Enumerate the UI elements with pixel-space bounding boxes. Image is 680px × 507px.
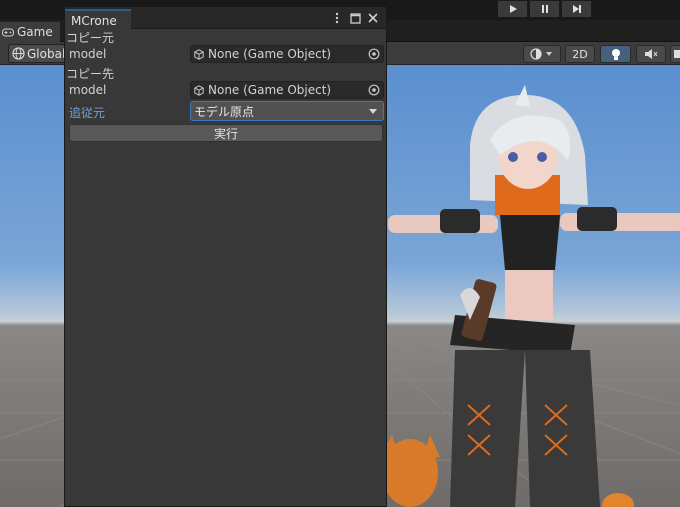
- lighting-toggle[interactable]: [600, 45, 631, 63]
- dest-model-value: None (Game Object): [208, 83, 332, 97]
- close-icon: [368, 13, 378, 23]
- mcrone-window: MCrone コピー元 model None (Game Object) コピー…: [64, 6, 387, 507]
- maximize-button[interactable]: [346, 10, 364, 26]
- pause-button[interactable]: [529, 0, 560, 18]
- pause-icon: [541, 5, 548, 13]
- shading-mode-dropdown[interactable]: [523, 45, 561, 63]
- source-model-field[interactable]: None (Game Object): [190, 45, 384, 63]
- character-model: [380, 85, 680, 507]
- panel-title: MCrone: [71, 13, 117, 28]
- step-icon: [572, 5, 581, 13]
- shading-mode-icon: [530, 48, 552, 60]
- global-toggle-button[interactable]: Global: [8, 44, 68, 63]
- audio-mute-icon: [645, 49, 658, 59]
- step-button[interactable]: [561, 0, 592, 18]
- follow-source-value: モデル原点: [194, 104, 255, 119]
- close-button[interactable]: [364, 10, 382, 26]
- dest-model-field[interactable]: None (Game Object): [190, 81, 384, 99]
- play-controls: [497, 0, 592, 18]
- more-menu-icon: [335, 12, 339, 24]
- source-model-label: model: [69, 47, 107, 61]
- tab-mcrone[interactable]: MCrone: [65, 9, 131, 30]
- source-model-value: None (Game Object): [208, 47, 332, 61]
- object-picker-icon[interactable]: [368, 84, 380, 96]
- window-controls: [328, 10, 382, 26]
- tab-game[interactable]: Game: [0, 22, 60, 42]
- mode-2d-button[interactable]: 2D: [565, 45, 595, 63]
- lighting-icon: [611, 48, 620, 60]
- globe-icon: [12, 47, 25, 60]
- scene-gizmo-toggle[interactable]: [670, 45, 680, 63]
- gameobject-cube-icon: [194, 84, 204, 96]
- mode-2d-label: 2D: [572, 47, 588, 61]
- maximize-icon: [349, 12, 361, 24]
- global-label: Global: [27, 46, 66, 61]
- play-icon: [509, 5, 517, 13]
- tab-game-label: Game: [17, 25, 53, 39]
- dest-model-label: model: [69, 83, 107, 97]
- execute-button[interactable]: 実行: [69, 124, 383, 142]
- dropdown-arrow-icon: [369, 109, 377, 114]
- execute-label: 実行: [213, 126, 238, 141]
- follow-source-dropdown[interactable]: モデル原点: [190, 101, 384, 121]
- follow-source-label: 追従元: [69, 106, 106, 120]
- mcrone-tab-bar: MCrone: [65, 7, 386, 30]
- more-menu-button[interactable]: [328, 10, 346, 26]
- dest-section-label: コピー先: [66, 67, 115, 81]
- scene-gizmo-icon: [674, 50, 680, 58]
- object-picker-icon[interactable]: [368, 48, 380, 60]
- source-section-label: コピー元: [66, 31, 115, 45]
- play-button[interactable]: [497, 0, 528, 18]
- gameobject-cube-icon: [194, 48, 204, 60]
- gamepad-icon: [2, 28, 14, 36]
- audio-mute-toggle[interactable]: [636, 45, 666, 63]
